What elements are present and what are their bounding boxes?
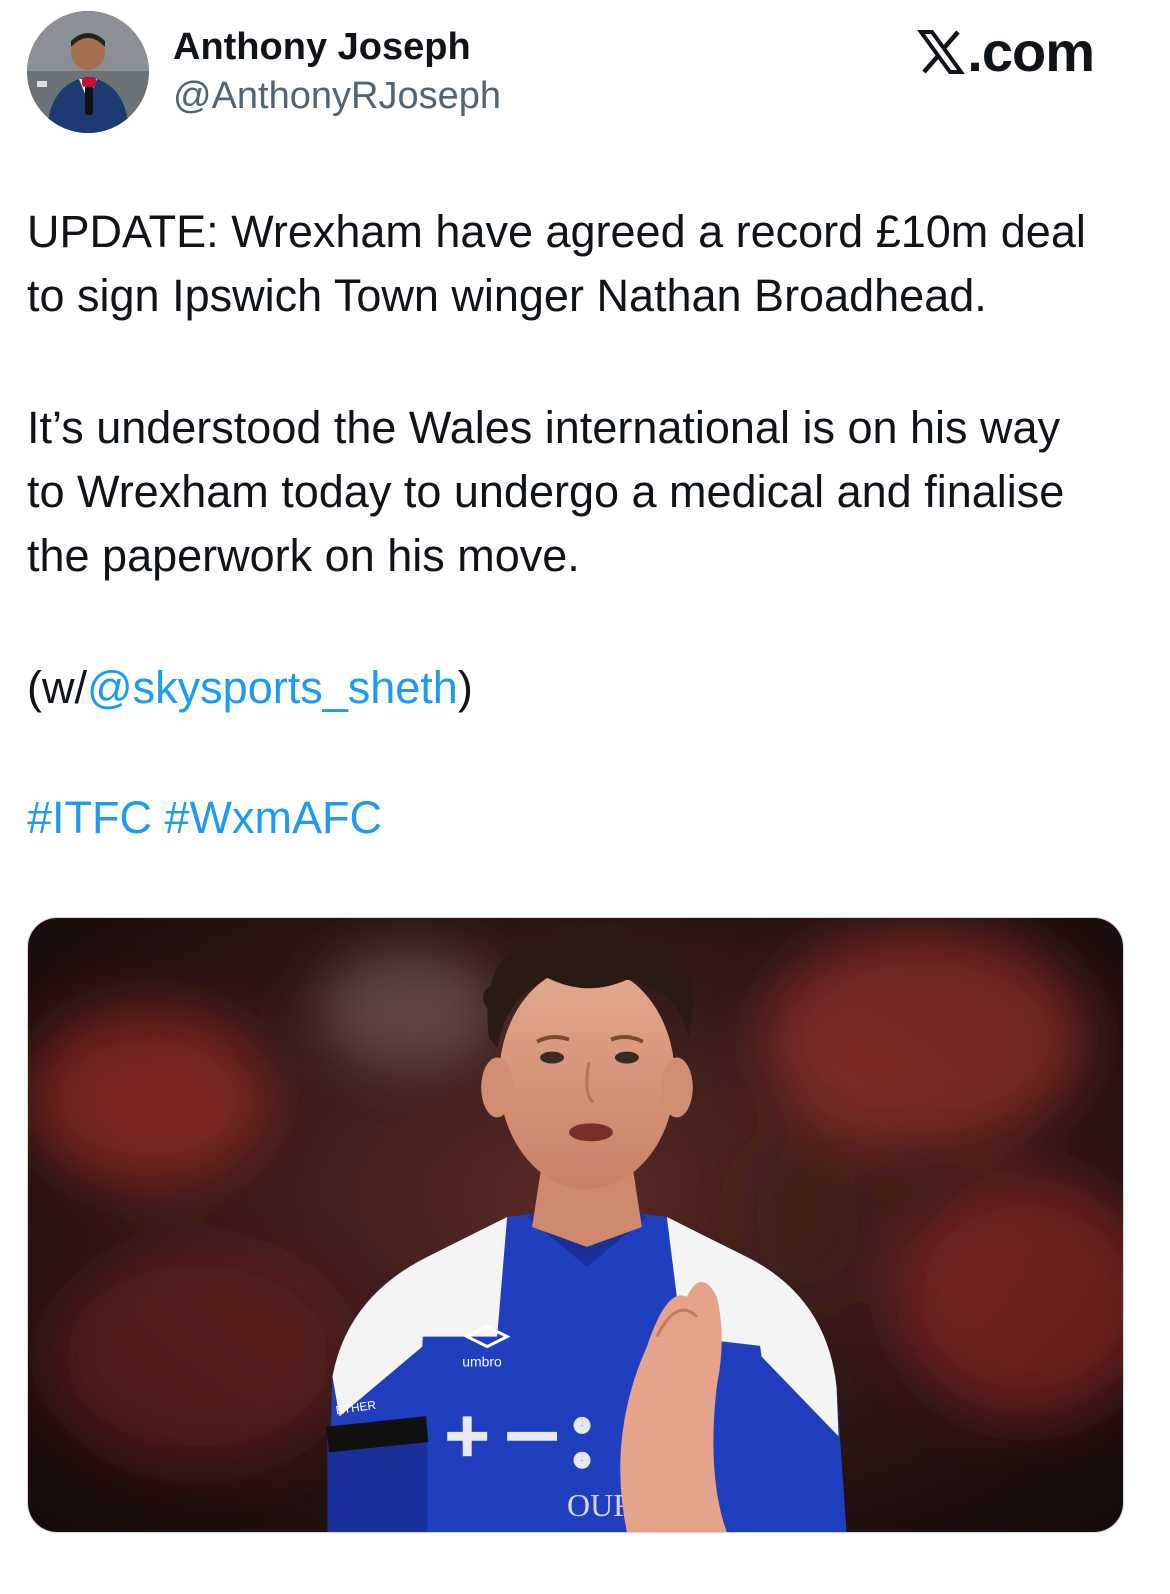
x-logo-icon <box>917 28 966 76</box>
player-photo: umbro OUR ETHER <box>28 918 1123 1532</box>
kit-sponsor-text: umbro <box>462 1354 502 1370</box>
tweet-line: the paperwork on his move. <box>27 530 580 581</box>
profile-avatar <box>27 11 149 133</box>
tweet-paragraph-2: It’s understood the Wales international … <box>27 396 1137 588</box>
mention-link[interactable]: @skysports_sheth <box>87 662 458 713</box>
author-avatar[interactable] <box>27 11 149 133</box>
credit-suffix: ) <box>457 662 473 713</box>
tweet-image[interactable]: umbro OUR ETHER <box>27 917 1124 1533</box>
credit-prefix: (w/ <box>27 662 87 713</box>
tweet-line: UPDATE: Wrexham have agreed a record £10… <box>27 206 1086 257</box>
tweet-hashtags: #ITFC #WxmAFC <box>27 786 1137 850</box>
tweet-paragraph-1: UPDATE: Wrexham have agreed a record £10… <box>27 200 1137 328</box>
brand-domain: .com <box>967 20 1095 83</box>
brand-label: .com <box>917 20 1095 84</box>
author-display-name[interactable]: Anthony Joseph <box>173 24 471 70</box>
hashtag-link[interactable]: #WxmAFC <box>165 792 383 843</box>
tweet-credit: (w/@skysports_sheth) <box>27 656 1137 720</box>
tweet-line: It’s understood the Wales international … <box>27 402 1061 453</box>
hashtag-link[interactable]: #ITFC <box>27 792 152 843</box>
tweet-line: to sign Ipswich Town winger Nathan Broad… <box>27 270 987 321</box>
author-handle[interactable]: @AnthonyRJoseph <box>173 73 501 119</box>
tweet-line: to Wrexham today to undergo a medical an… <box>27 466 1065 517</box>
